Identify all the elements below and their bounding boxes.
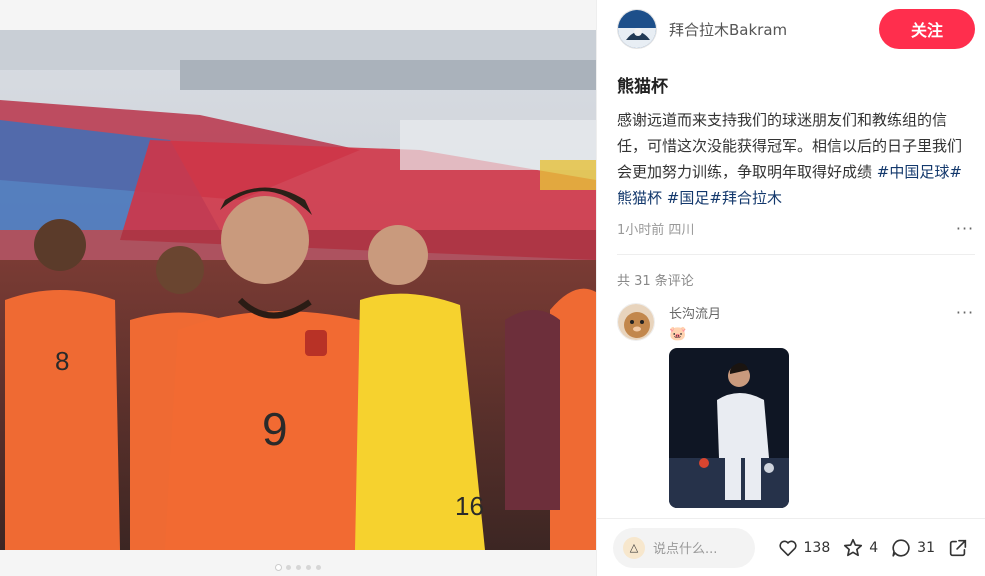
comment-body: 长沟流月 ··· 🐷 <box>669 303 975 508</box>
carousel-dot[interactable] <box>305 565 311 570</box>
divider <box>617 254 975 255</box>
comment-emoji: 🐷 <box>669 326 687 342</box>
star-icon <box>844 538 863 556</box>
svg-text:16: 16 <box>455 491 484 521</box>
media-carousel[interactable]: 8 9 16 <box>0 0 596 576</box>
carousel-indicator[interactable] <box>0 565 596 570</box>
comment-total: 31 <box>917 539 935 556</box>
note-time: 1小时前 <box>617 223 665 238</box>
author-bar: 拜合拉木Bakram 关注 <box>617 9 975 49</box>
like-button[interactable]: 138 <box>777 537 831 559</box>
like-count: 138 <box>803 539 831 556</box>
follow-button[interactable]: 关注 <box>879 9 975 49</box>
carousel-dot[interactable] <box>295 565 301 570</box>
note-title: 熊猫杯 <box>617 77 668 97</box>
comment-image[interactable] <box>669 348 789 508</box>
commenter-avatar[interactable] <box>617 303 655 341</box>
comment-header: 长沟流月 ··· <box>669 303 975 322</box>
svg-text:9: 9 <box>262 403 288 455</box>
note-description: 感谢远道而来支持我们的球迷朋友们和教练组的信任，可惜这次没能获得冠军。相信以后的… <box>617 107 975 211</box>
post-photo: 8 9 16 <box>0 30 596 550</box>
hashtag-link[interactable]: #中国足球 <box>877 163 950 181</box>
carousel-dot[interactable] <box>315 565 321 570</box>
comment-item: 长沟流月 ··· 🐷 <box>617 303 975 508</box>
note-detail-page: 8 9 16 拜合拉木Bakram 关注 熊猫杯 感谢远道而来支持我们的球迷朋友… <box>0 0 985 576</box>
comment-icon <box>892 538 910 557</box>
author-name[interactable]: 拜合拉木Bakram <box>669 19 879 40</box>
comment-input[interactable]: △ 说点什么... <box>613 527 755 568</box>
interaction-bar: △ 说点什么... 138 4 31 <box>597 518 985 576</box>
author-avatar[interactable] <box>617 9 657 49</box>
more-icon[interactable]: ··· <box>955 303 975 322</box>
collect-count: 4 <box>869 539 879 556</box>
carousel-dot[interactable] <box>285 565 291 570</box>
comment-count: 共 31 条评论 <box>617 274 694 289</box>
comment-placeholder: 说点什么... <box>653 542 718 557</box>
svg-text:8: 8 <box>55 346 69 376</box>
user-avatar-icon: △ <box>623 536 645 559</box>
heart-icon <box>778 540 797 556</box>
note-content[interactable]: 熊猫杯 感谢远道而来支持我们的球迷朋友们和教练组的信任，可惜这次没能获得冠军。相… <box>617 60 975 518</box>
hashtag-link[interactable]: #拜合拉木 <box>709 189 782 207</box>
hashtag-link[interactable]: #国足 <box>667 189 710 207</box>
share-button[interactable] <box>947 537 969 559</box>
note-location: 四川 <box>668 223 695 238</box>
commenter-name[interactable]: 长沟流月 <box>669 303 721 322</box>
note-meta: 1小时前 四川 ··· <box>617 219 975 238</box>
carousel-dot[interactable] <box>275 565 281 570</box>
note-panel: 拜合拉木Bakram 关注 熊猫杯 感谢远道而来支持我们的球迷朋友们和教练组的信… <box>596 0 985 576</box>
collect-button[interactable]: 4 <box>842 537 878 559</box>
share-icon <box>949 539 967 556</box>
more-icon[interactable]: ··· <box>955 219 975 238</box>
comment-button[interactable]: 31 <box>890 537 935 559</box>
action-buttons: 138 4 31 <box>777 537 969 559</box>
